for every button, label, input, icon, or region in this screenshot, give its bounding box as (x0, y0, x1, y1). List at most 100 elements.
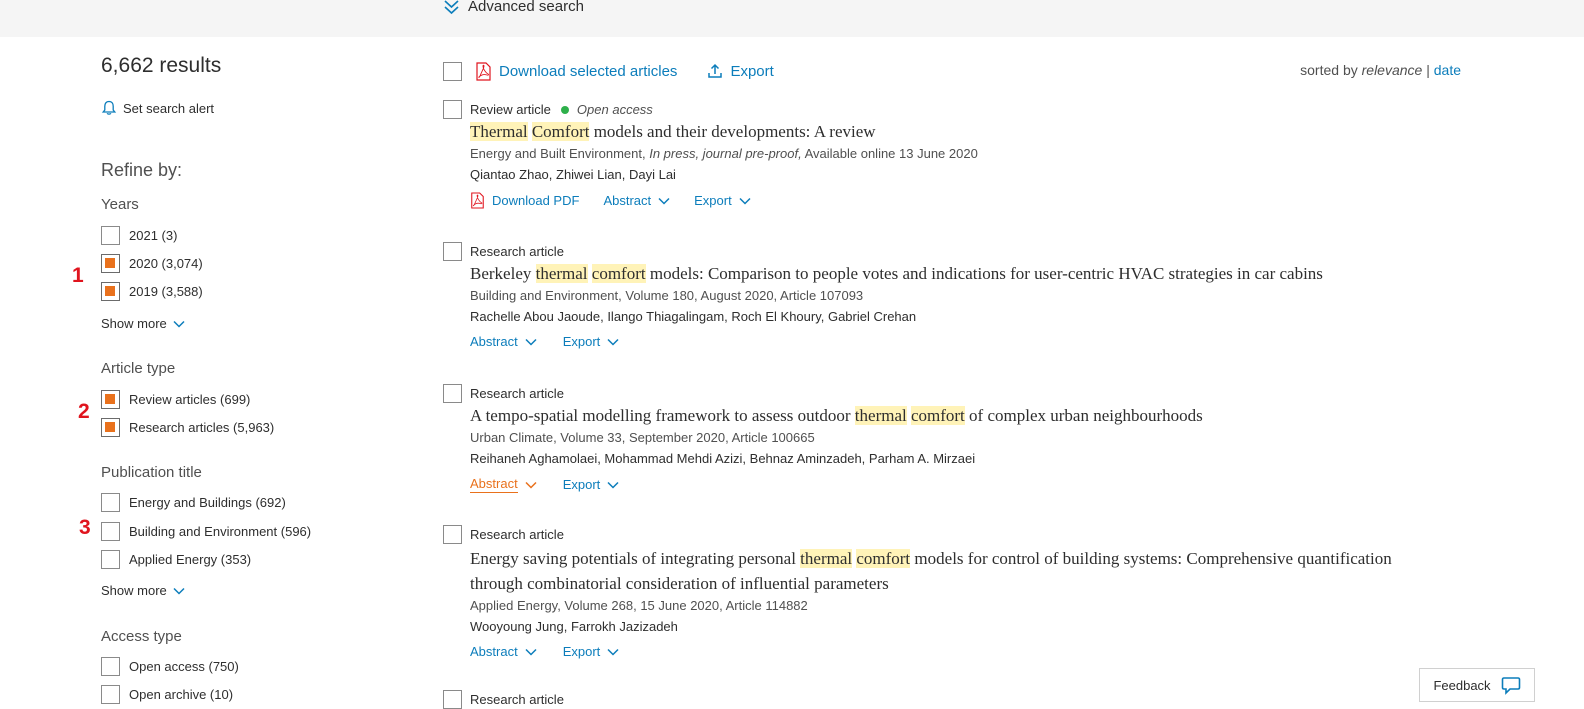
refine-by-heading: Refine by: (101, 160, 183, 180)
pdf-icon (476, 61, 491, 81)
source-status: In press, journal pre-proof, (649, 146, 802, 161)
title-highlight-term: thermal (535, 264, 588, 283)
export-dropdown[interactable]: Export (563, 477, 620, 492)
article-checkbox[interactable] (443, 525, 462, 544)
article-title-link[interactable]: Energy saving potentials of integrating … (470, 546, 1403, 596)
sort-date-link[interactable]: date (1434, 62, 1461, 78)
facet-label: Research articles (5,963) (129, 420, 275, 435)
pdf-icon (471, 192, 484, 209)
checkbox[interactable] (101, 657, 120, 676)
set-search-alert-link[interactable]: Set search alert (101, 100, 214, 116)
article-checkbox[interactable] (443, 690, 462, 709)
export-label: Export (694, 193, 732, 208)
years-show-more[interactable]: Show more (101, 316, 185, 331)
checkbox-checked[interactable] (101, 418, 120, 437)
checkbox[interactable] (101, 550, 120, 569)
chevron-down-icon (658, 197, 670, 205)
abstract-label: Abstract (470, 644, 518, 659)
export-button[interactable]: Export (707, 62, 774, 80)
chevron-down-icon (525, 481, 537, 489)
export-dropdown[interactable]: Export (694, 193, 751, 208)
double-chevron-down-icon (444, 0, 459, 15)
facet-open-archive[interactable]: Open archive (10) (101, 685, 233, 704)
facet-research-articles[interactable]: Research articles (5,963) (101, 418, 274, 437)
chevron-down-icon (173, 587, 185, 595)
show-more-label: Show more (101, 316, 167, 331)
facet-label: 2020 (3,074) (129, 256, 203, 271)
chevron-down-icon (607, 338, 619, 346)
select-all-checkbox[interactable] (443, 61, 462, 81)
facet-title-years: Years (101, 196, 139, 213)
checkbox[interactable] (101, 226, 120, 245)
facet-label: Review articles (699) (129, 392, 251, 407)
article-result: Review article Open access Thermal Comfo… (443, 100, 1443, 209)
sort-relevance[interactable]: relevance (1362, 62, 1423, 78)
title-text: models and their developments: A review (589, 122, 876, 141)
export-label: Export (562, 477, 601, 492)
checkbox[interactable] (101, 522, 120, 541)
checkbox[interactable] (101, 493, 120, 512)
title-highlight-term: comfort (591, 264, 646, 283)
article-title-link[interactable]: A tempo-spatial modelling framework to a… (470, 404, 1443, 428)
export-dropdown[interactable]: Export (563, 334, 620, 349)
chevron-down-icon (525, 338, 537, 346)
facet-energy-buildings[interactable]: Energy and Buildings (692) (101, 493, 286, 512)
facet-year-2020[interactable]: 2020 (3,074) (101, 254, 203, 273)
article-checkbox[interactable] (443, 242, 462, 261)
facet-label: Open archive (10) (129, 687, 234, 702)
abstract-toggle-active[interactable]: Abstract (470, 476, 537, 493)
advanced-search-label: Advanced search (468, 0, 584, 15)
abstract-toggle[interactable]: Abstract (470, 644, 537, 659)
chevron-down-icon (173, 320, 185, 328)
chevron-down-icon (607, 648, 619, 656)
facet-open-access[interactable]: Open access (750) (101, 657, 239, 676)
abstract-label: Abstract (603, 193, 652, 208)
article-source: Urban Climate, Volume 33, September 2020… (470, 430, 815, 445)
article-source: Energy and Built Environment, In press, … (470, 144, 1443, 164)
article-title-link[interactable]: Berkeley thermal comfort models: Compari… (470, 262, 1443, 286)
annotation-number-2: 2 (78, 400, 90, 423)
export-label: Export (730, 62, 774, 80)
publication-show-more[interactable]: Show more (101, 583, 185, 598)
source-date: Available online 13 June 2020 (801, 146, 978, 161)
source-journal: Energy and Built Environment, (470, 146, 650, 161)
download-selected-button[interactable]: Download selected articles (475, 61, 677, 81)
advanced-search-link[interactable]: Advanced search (443, 0, 584, 15)
facet-year-2019[interactable]: 2019 (3,588) (101, 282, 203, 301)
facet-year-2021[interactable]: 2021 (3) (101, 226, 177, 245)
facet-label: Open access (750) (129, 659, 239, 674)
checkbox-checked[interactable] (101, 254, 120, 273)
article-type: Research article (470, 244, 564, 259)
facet-label: 2019 (3,588) (129, 284, 203, 299)
article-checkbox[interactable] (443, 384, 462, 403)
sorted-by-label: sorted by (1300, 62, 1358, 78)
download-pdf-button[interactable]: Download PDF (470, 192, 579, 209)
facet-review-articles[interactable]: Review articles (699) (101, 390, 250, 409)
chevron-down-icon (525, 648, 537, 656)
export-dropdown[interactable]: Export (563, 644, 620, 659)
feedback-button[interactable]: Feedback (1419, 668, 1535, 702)
chat-bubble-icon (1501, 676, 1520, 695)
article-source: Applied Energy, Volume 268, 15 June 2020… (470, 598, 808, 613)
facet-building-environment[interactable]: Building and Environment (596) (101, 522, 311, 541)
article-type: Research article (470, 527, 564, 542)
article-title-link[interactable]: Thermal Comfort models and their develop… (470, 120, 1443, 144)
abstract-toggle[interactable]: Abstract (470, 334, 537, 349)
checkbox-checked[interactable] (101, 282, 120, 301)
top-search-bar: Advanced search (0, 0, 1584, 37)
facet-label: Energy and Buildings (692) (129, 495, 286, 510)
open-access-label: Open access (576, 102, 653, 117)
article-checkbox[interactable] (443, 100, 462, 119)
abstract-toggle[interactable]: Abstract (603, 193, 670, 208)
article-type: Review article (470, 102, 551, 117)
facet-title-article-type: Article type (101, 360, 176, 377)
sort-separator: | (1426, 62, 1430, 78)
facet-title-publication: Publication title (101, 464, 202, 481)
chevron-down-icon (607, 481, 619, 489)
results-count: 6,662 results (101, 54, 222, 77)
checkbox[interactable] (101, 685, 120, 704)
checkbox-checked[interactable] (101, 390, 120, 409)
facet-label: 2021 (3) (129, 228, 178, 243)
article-authors: Wooyoung Jung, Farrokh Jazizadeh (470, 619, 678, 634)
facet-applied-energy[interactable]: Applied Energy (353) (101, 550, 251, 569)
